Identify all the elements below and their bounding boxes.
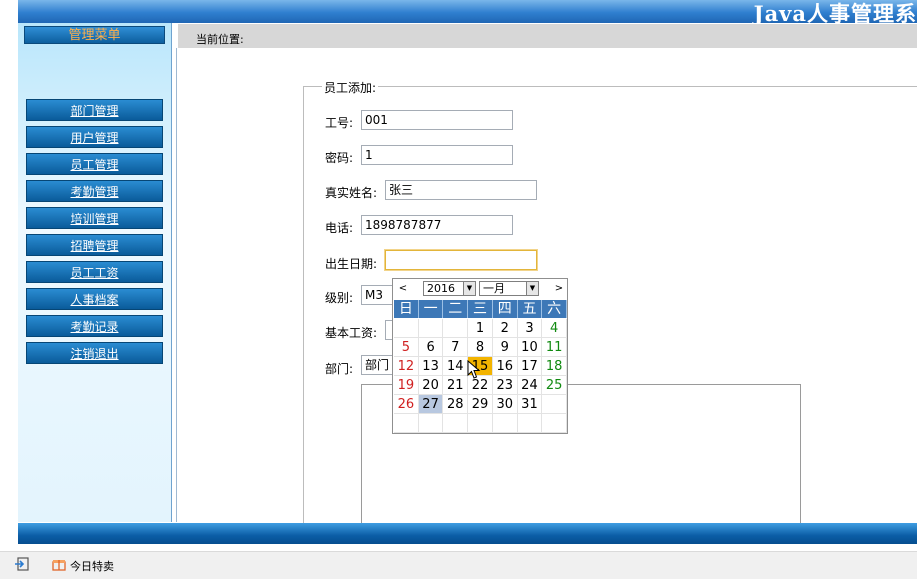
weekday-label: 六 [542, 300, 568, 318]
weekday-label: 四 [493, 300, 518, 318]
day-cell [394, 414, 419, 433]
day-cell[interactable]: 30 [492, 395, 518, 414]
week-row: 5 6 7 8 9 10 11 [394, 338, 568, 357]
real-name-input[interactable]: 张三 [385, 180, 537, 200]
sidebar-item-dept[interactable]: 部门管理 [26, 99, 163, 121]
sidebar-title: 管理菜单 [24, 26, 165, 44]
day-cell [394, 319, 419, 338]
day-cell[interactable]: 6 [418, 338, 444, 357]
day-cell[interactable]: 31 [517, 395, 543, 414]
sidebar-item-hr-records[interactable]: 人事档案 [26, 288, 163, 310]
day-cell[interactable]: 24 [517, 376, 543, 395]
day-cell[interactable]: 28 [443, 395, 469, 414]
day-cell [418, 319, 444, 338]
day-cell [443, 319, 469, 338]
salary-label: 基本工资: [325, 326, 378, 340]
weekday-label: 一 [419, 300, 444, 318]
chevron-down-icon: ▼ [526, 282, 538, 295]
sidebar-item-training[interactable]: 培训管理 [26, 207, 163, 229]
day-cell[interactable]: 26 [394, 395, 419, 414]
day-cell[interactable]: 1 [468, 319, 493, 338]
taskbar [0, 551, 917, 579]
weekday-label: 五 [518, 300, 543, 318]
emp-no-input[interactable]: 001 [361, 110, 513, 130]
day-cell[interactable]: 5 [394, 338, 419, 357]
sidebar-item-logout[interactable]: 注销退出 [26, 342, 163, 364]
day-cell[interactable]: 11 [542, 338, 568, 357]
breadcrumb-bar [178, 24, 917, 48]
weekday-label: 日 [394, 300, 419, 318]
day-cell[interactable]: 12 [394, 357, 419, 376]
day-cell[interactable]: 10 [517, 338, 543, 357]
sidebar-item-users[interactable]: 用户管理 [26, 126, 163, 148]
sidebar-item-attendance[interactable]: 考勤管理 [26, 180, 163, 202]
sidebar: 管理菜单 部门管理 用户管理 员工管理 考勤管理 培训管理 招聘管理 员工工资 … [18, 23, 172, 522]
phone-label: 电话: [325, 221, 354, 235]
day-cell [542, 395, 568, 414]
dept-label: 部门: [325, 362, 354, 376]
real-name-label: 真实姓名: [325, 186, 378, 200]
day-cell[interactable]: 2 [492, 319, 518, 338]
dob-label: 出生日期: [325, 257, 378, 271]
day-cell[interactable]: 14 [443, 357, 469, 376]
sidebar-item-recruitment[interactable]: 招聘管理 [26, 234, 163, 256]
year-value: 2016 [427, 282, 455, 295]
level-select[interactable]: M3 [361, 285, 395, 305]
day-cell[interactable]: 27 [418, 395, 444, 414]
day-cell[interactable]: 18 [542, 357, 568, 376]
day-cell[interactable]: 3 [517, 319, 543, 338]
sidebar-item-salary[interactable]: 员工工资 [26, 261, 163, 283]
day-cell[interactable]: 9 [492, 338, 518, 357]
day-cell [418, 414, 444, 433]
weekday-header: 日一二三四五六 [394, 300, 568, 318]
login-icon[interactable] [14, 557, 30, 571]
month-select[interactable]: 一月 ▼ [479, 281, 539, 296]
dob-input[interactable] [385, 250, 537, 270]
sidebar-item-attendance-log[interactable]: 考勤记录 [26, 315, 163, 337]
day-cell[interactable]: 23 [492, 376, 518, 395]
gift-icon [52, 560, 66, 571]
week-row: 1234 [394, 319, 568, 338]
prev-month-button[interactable]: < [397, 282, 409, 296]
day-cell [542, 414, 568, 433]
week-row [394, 414, 568, 433]
day-cell [468, 414, 493, 433]
phone-input[interactable]: 1898787877 [361, 215, 513, 235]
day-cell[interactable]: 25 [542, 376, 568, 395]
password-label: 密码: [325, 151, 354, 165]
day-cell[interactable]: 7 [443, 338, 469, 357]
date-picker: < 2016 ▼ 一月 ▼ > 日一二三四五六 1 2 3 4 5 6 7 8 9 10 11 12 1… [392, 278, 568, 434]
day-cell[interactable]: 13 [418, 357, 444, 376]
emp-no-label: 工号: [325, 116, 354, 130]
day-cell[interactable]: 17 [517, 357, 543, 376]
day-cell [517, 414, 543, 433]
top-banner: Java人事管理系 [18, 0, 917, 26]
weekday-label: 三 [468, 300, 493, 318]
weekday-label: 二 [443, 300, 469, 318]
chevron-down-icon: ▼ [463, 282, 475, 295]
day-cell[interactable]: 20 [418, 376, 444, 395]
day-cell [443, 414, 469, 433]
year-select[interactable]: 2016 ▼ [423, 281, 476, 296]
next-month-button[interactable]: > [553, 282, 565, 296]
sidebar-item-employees[interactable]: 员工管理 [26, 153, 163, 175]
day-cell[interactable]: 29 [468, 395, 493, 414]
taskbar-daily-deals[interactable]: 今日特卖 [70, 558, 114, 574]
breadcrumb: 当前位置: [196, 33, 244, 46]
week-row: 26 27 28 29 30 31 [394, 395, 568, 414]
bottom-bar [18, 523, 917, 544]
month-value: 一月 [483, 282, 505, 295]
day-cell[interactable]: 21 [443, 376, 469, 395]
day-cell[interactable]: 8 [468, 338, 493, 357]
day-cell[interactable]: 19 [394, 376, 419, 395]
day-cell[interactable]: 4 [542, 319, 568, 338]
day-cell [492, 414, 518, 433]
level-label: 级别: [325, 291, 354, 305]
dept-select[interactable]: 部门 [361, 355, 395, 375]
day-cell[interactable]: 16 [492, 357, 518, 376]
fieldset-legend: 员工添加: [322, 79, 379, 96]
mouse-cursor-icon [467, 360, 481, 379]
password-input[interactable]: 1 [361, 145, 513, 165]
